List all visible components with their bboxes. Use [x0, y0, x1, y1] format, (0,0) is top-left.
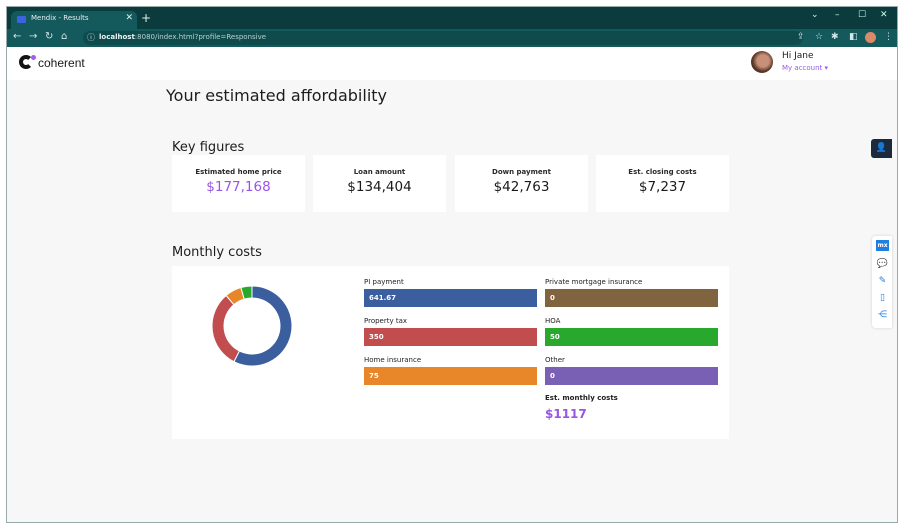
- key-figure-card-loan-amount: Loan amount $134,404: [313, 155, 446, 212]
- tab-bar: Mendix - Results ✕ + ⌄ – ☐ ✕: [7, 7, 897, 29]
- cost-item-private-mortgage-insurance: Private mortgage insurance 0: [545, 278, 718, 307]
- url-path: :8080/index.html?profile=Responsive: [134, 33, 267, 41]
- cost-label: Home insurance: [364, 356, 422, 364]
- card-label: Down payment: [492, 168, 551, 176]
- edit-pencil-icon[interactable]: ✎: [876, 275, 889, 288]
- cost-bar: 350: [364, 328, 537, 346]
- cost-item-pi-payment: PI payment 641.67: [364, 278, 537, 307]
- mobile-preview-icon[interactable]: ▯: [876, 292, 889, 305]
- est-monthly-costs-value: $1117: [545, 407, 587, 421]
- side-panel-icon[interactable]: ◧: [849, 32, 858, 42]
- monthly-costs-panel: PI payment 641.67 Property tax 350 Home …: [172, 266, 729, 439]
- key-figure-card-home-price: Estimated home price $177,168: [172, 155, 305, 212]
- cost-item-hoa: HOA 50: [545, 317, 718, 346]
- minimize-icon[interactable]: –: [835, 10, 840, 20]
- feedback-chat-icon[interactable]: 💬: [876, 258, 889, 271]
- share-nodes-icon[interactable]: ⋲: [876, 309, 889, 322]
- monthly-costs-donut-chart: [211, 285, 293, 367]
- bookmark-star-icon[interactable]: ☆: [815, 32, 823, 42]
- back-icon[interactable]: ←: [13, 31, 21, 42]
- share-icon[interactable]: ⇪: [797, 32, 805, 42]
- cost-item-home-insurance: Home insurance 75: [364, 356, 537, 385]
- profile-avatar-icon[interactable]: [865, 32, 876, 43]
- menu-kebab-icon[interactable]: ⋮: [884, 32, 893, 42]
- browser-window: Mendix - Results ✕ + ⌄ – ☐ ✕ ← → ↻ ⌂ ⓘ l…: [6, 6, 898, 523]
- tab-title: Mendix - Results: [31, 14, 89, 22]
- mendix-dev-toolbar: mx 💬 ✎ ▯ ⋲: [872, 236, 892, 328]
- card-label: Estimated home price: [195, 168, 282, 176]
- tab-search-icon[interactable]: ⌄: [811, 10, 819, 20]
- key-figure-card-down-payment: Down payment $42,763: [455, 155, 588, 212]
- cost-label: Other: [545, 356, 565, 364]
- cost-bar: 0: [545, 289, 718, 307]
- user-switch-icon: 👤: [875, 143, 888, 153]
- cost-bar: 641.67: [364, 289, 537, 307]
- card-value: $42,763: [493, 179, 550, 195]
- cost-label: HOA: [545, 317, 561, 325]
- key-figures-heading: Key figures: [172, 140, 245, 155]
- greeting: Hi Jane: [782, 51, 814, 61]
- mendix-logo-icon[interactable]: mx: [876, 240, 889, 251]
- card-value: $7,237: [638, 179, 687, 195]
- est-monthly-costs-label: Est. monthly costs: [545, 394, 618, 402]
- extensions-icon[interactable]: ✱: [831, 32, 839, 42]
- cost-bar: 50: [545, 328, 718, 346]
- cost-bar: 75: [364, 367, 537, 385]
- card-value: $177,168: [206, 179, 271, 195]
- browser-tab[interactable]: Mendix - Results ✕: [11, 11, 137, 29]
- mendix-favicon-icon: [17, 16, 26, 23]
- url-text: localhost:8080/index.html?profile=Respon…: [99, 33, 266, 41]
- close-tab-icon[interactable]: ✕: [125, 13, 133, 23]
- my-account-link[interactable]: My account ▾: [782, 64, 828, 72]
- info-icon[interactable]: ⓘ: [87, 32, 95, 43]
- card-label: Est. closing costs: [628, 168, 697, 176]
- reload-icon[interactable]: ↻: [45, 31, 53, 42]
- cost-label: Private mortgage insurance: [545, 278, 643, 286]
- user-avatar[interactable]: [751, 51, 773, 73]
- card-label: Loan amount: [353, 168, 406, 176]
- cost-label: Property tax: [364, 317, 408, 325]
- cost-item-other: Other 0: [545, 356, 718, 385]
- address-bar: ← → ↻ ⌂ ⓘ localhost:8080/index.html?prof…: [7, 29, 897, 47]
- url-host: localhost: [99, 33, 135, 41]
- logo-dot-icon: [31, 55, 36, 60]
- donut-slice-property-tax: [211, 294, 241, 363]
- monthly-costs-heading: Monthly costs: [172, 245, 262, 260]
- app-header: coherent Hi Jane My account ▾: [7, 47, 897, 80]
- user-role-switch-button[interactable]: 👤: [871, 139, 892, 158]
- page-title: Your estimated affordability: [166, 86, 387, 105]
- maximize-icon[interactable]: ☐: [858, 10, 866, 20]
- logo-text: coherent: [38, 56, 85, 70]
- key-figure-card-closing-costs: Est. closing costs $7,237: [596, 155, 729, 212]
- card-value: $134,404: [347, 179, 412, 195]
- home-icon[interactable]: ⌂: [61, 31, 67, 42]
- url-input[interactable]: ⓘ localhost:8080/index.html?profile=Resp…: [83, 31, 823, 45]
- forward-icon[interactable]: →: [29, 31, 37, 42]
- cost-bar: 0: [545, 367, 718, 385]
- close-window-icon[interactable]: ✕: [880, 10, 888, 20]
- new-tab-icon[interactable]: +: [141, 11, 151, 25]
- cost-label: PI payment: [364, 278, 404, 286]
- cost-item-property-tax: Property tax 350: [364, 317, 537, 346]
